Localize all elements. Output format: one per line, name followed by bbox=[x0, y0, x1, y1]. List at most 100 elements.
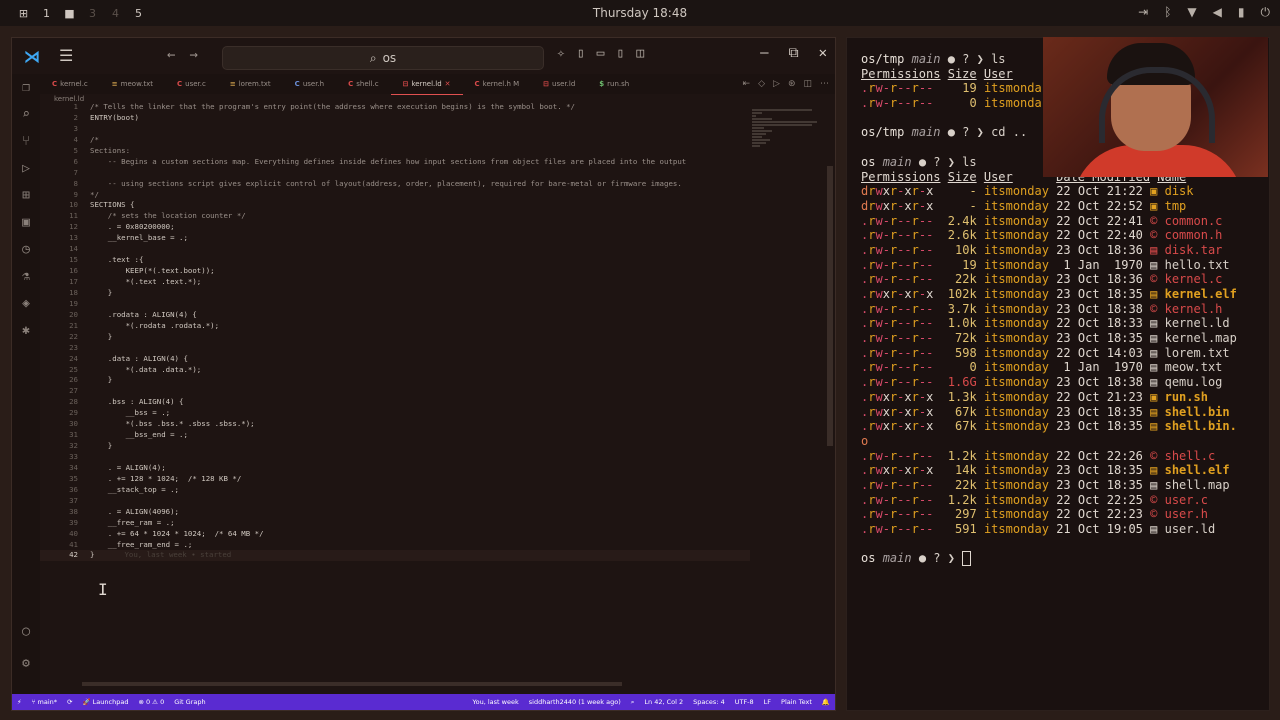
code-line[interactable]: 15 .text :{ bbox=[40, 255, 750, 266]
close-icon[interactable]: ✕ bbox=[819, 45, 827, 61]
branch-status[interactable]: ⑂ main* bbox=[27, 698, 62, 706]
code-line[interactable]: 37 bbox=[40, 496, 750, 507]
close-tab-icon[interactable]: ✕ bbox=[445, 80, 451, 88]
code-line[interactable]: 17 *(.text .text.*); bbox=[40, 277, 750, 288]
code-line[interactable]: 21 *(.rodata .rodata.*); bbox=[40, 321, 750, 332]
code-line[interactable]: 36 __stack_top = .; bbox=[40, 485, 750, 496]
code-line[interactable]: 26 } bbox=[40, 375, 750, 386]
menu-icon[interactable]: ☰ bbox=[59, 46, 73, 65]
tab-shell-c[interactable]: Cshell.c bbox=[336, 74, 391, 94]
code-line[interactable]: 4 /* bbox=[40, 135, 750, 146]
code-line[interactable]: 14 bbox=[40, 244, 750, 255]
code-line[interactable]: 27 bbox=[40, 386, 750, 397]
docker-icon[interactable]: ◈ bbox=[16, 296, 36, 314]
compare-icon[interactable]: ◇ bbox=[758, 79, 765, 89]
tab-meow-txt[interactable]: ≡ meow.txt bbox=[100, 74, 165, 94]
clock[interactable]: Thursday 18:48 bbox=[0, 6, 1280, 20]
code-line[interactable]: 10 SECTIONS { bbox=[40, 200, 750, 211]
indentation-status[interactable]: Spaces: 4 bbox=[688, 698, 730, 706]
workspace-4[interactable]: 4 bbox=[104, 7, 127, 20]
code-line[interactable]: 7 bbox=[40, 168, 750, 179]
launchpad-status[interactable]: 🚀 Launchpad bbox=[78, 698, 134, 706]
code-line[interactable]: 28 .bss : ALIGN(4) { bbox=[40, 397, 750, 408]
search-icon[interactable]: ⌕ bbox=[16, 107, 36, 125]
git-lens-icon[interactable]: ✱ bbox=[16, 323, 36, 341]
code-line[interactable]: 38 . = ALIGN(4096); bbox=[40, 507, 750, 518]
more-actions-icon[interactable]: ⋯ bbox=[820, 79, 829, 89]
copilot-icon[interactable]: ✧ bbox=[557, 46, 565, 61]
encoding-status[interactable]: UTF-8 bbox=[730, 698, 759, 706]
code-line[interactable]: 33 bbox=[40, 452, 750, 463]
maximize-icon[interactable]: ⧉ bbox=[789, 45, 799, 61]
wifi-icon[interactable]: ▼ bbox=[1187, 5, 1196, 20]
code-line[interactable]: 18 } bbox=[40, 288, 750, 299]
screen-share-icon[interactable]: ⇥ bbox=[1138, 5, 1148, 20]
workspace-active-icon[interactable]: ■ bbox=[58, 7, 81, 20]
go-back-icon[interactable]: ⇤ bbox=[743, 79, 751, 89]
open-changes-icon[interactable]: ▷ bbox=[773, 79, 780, 89]
code-line[interactable]: 20 .rodata : ALIGN(4) { bbox=[40, 310, 750, 321]
code-line[interactable]: 6 -- Begins a custom sections map. Every… bbox=[40, 157, 750, 168]
eol-status[interactable]: LF bbox=[759, 698, 776, 706]
toggle-panel-icon[interactable]: ▭ bbox=[597, 46, 605, 61]
sync-icon[interactable]: ⟳ bbox=[62, 698, 77, 706]
code-line[interactable]: 3 bbox=[40, 124, 750, 135]
code-line[interactable]: 2 ENTRY(boot) bbox=[40, 113, 750, 124]
code-line[interactable]: 19 bbox=[40, 299, 750, 310]
settings-gear-icon[interactable]: ⚙ bbox=[16, 656, 36, 674]
forward-arrow-icon[interactable]: → bbox=[189, 47, 197, 63]
code-line[interactable]: 42} You, last week • started bbox=[40, 550, 750, 562]
notifications-icon[interactable]: 🔔 bbox=[817, 698, 835, 706]
overview-icon[interactable]: ⊞ bbox=[12, 7, 35, 20]
blame-status[interactable]: You, last week bbox=[468, 698, 524, 706]
tab-kernel-c[interactable]: Ckernel.c bbox=[40, 74, 100, 94]
code-line[interactable]: 11 /* sets the location counter */ bbox=[40, 211, 750, 222]
code-line[interactable]: 41 __free_ram_end = .; bbox=[40, 540, 750, 551]
code-line[interactable]: 9 */ bbox=[40, 190, 750, 201]
source-control-icon[interactable]: ⑂ bbox=[16, 134, 36, 152]
language-mode[interactable]: Plain Text bbox=[776, 698, 817, 706]
code-line[interactable]: 34 . = ALIGN(4); bbox=[40, 463, 750, 474]
testing-icon[interactable]: ⚗ bbox=[16, 269, 36, 287]
minimap[interactable] bbox=[752, 108, 822, 168]
tab-lorem-txt[interactable]: ≡ lorem.txt bbox=[218, 74, 283, 94]
timeline-icon[interactable]: ◷ bbox=[16, 242, 36, 260]
toggle-sidebar-icon[interactable]: ▯ bbox=[577, 46, 585, 61]
remote-explorer-icon[interactable]: ▣ bbox=[16, 215, 36, 233]
battery-icon[interactable]: ▮ bbox=[1238, 5, 1245, 20]
code-line[interactable]: 39 __free_ram = .; bbox=[40, 518, 750, 529]
git-graph-status[interactable]: Git Graph bbox=[169, 698, 210, 706]
customize-layout-icon[interactable]: ◫ bbox=[636, 46, 644, 61]
code-line[interactable]: 23 bbox=[40, 343, 750, 354]
workspace-1[interactable]: 1 bbox=[35, 7, 58, 20]
code-line[interactable]: 22 } bbox=[40, 332, 750, 343]
code-line[interactable]: 25 *(.data .data.*); bbox=[40, 365, 750, 376]
workspace-5[interactable]: 5 bbox=[127, 7, 150, 20]
zoom-icon[interactable]: ⌕ bbox=[626, 698, 640, 707]
run-debug-icon[interactable]: ▷ bbox=[16, 161, 36, 179]
code-line[interactable]: 1 /* Tells the linker that the program's … bbox=[40, 102, 750, 113]
tab-user-c[interactable]: Cuser.c bbox=[165, 74, 218, 94]
author-status[interactable]: siddharth2440 (1 week ago) bbox=[524, 698, 626, 706]
code-line[interactable]: 5 Sections: bbox=[40, 146, 750, 157]
extensions-icon[interactable]: ⊞ bbox=[16, 188, 36, 206]
minimize-icon[interactable]: — bbox=[760, 45, 768, 61]
problems-status[interactable]: ⊗ 0 ⚠ 0 bbox=[133, 698, 169, 706]
power-icon[interactable]: ⏻ bbox=[1261, 5, 1271, 20]
code-line[interactable]: 8 -- using sections script gives explici… bbox=[40, 179, 750, 190]
tab-kernel-ld[interactable]: ⊟ kernel.ld ✕ bbox=[390, 74, 463, 95]
code-line[interactable]: 13 __kernel_base = .; bbox=[40, 233, 750, 244]
back-arrow-icon[interactable]: ← bbox=[167, 47, 175, 63]
code-line[interactable]: 16 KEEP(*(.text.boot)); bbox=[40, 266, 750, 277]
horizontal-scrollbar[interactable] bbox=[82, 682, 622, 686]
code-line[interactable]: 31 __bss_end = .; bbox=[40, 430, 750, 441]
command-center-search[interactable]: ⌕ os bbox=[222, 46, 544, 70]
tab-run-sh[interactable]: $ run.sh bbox=[587, 74, 641, 94]
code-line[interactable]: 40 . += 64 * 1024 * 1024; /* 64 MB */ bbox=[40, 529, 750, 540]
tab-user-h[interactable]: Cuser.h bbox=[283, 74, 336, 94]
vertical-scrollbar[interactable] bbox=[827, 166, 833, 446]
split-editor-icon[interactable]: ◫ bbox=[803, 79, 812, 89]
code-line[interactable]: 29 __bss = .; bbox=[40, 408, 750, 419]
remote-icon[interactable]: ⚡ bbox=[12, 698, 27, 706]
account-icon[interactable]: ◯ bbox=[16, 624, 36, 642]
